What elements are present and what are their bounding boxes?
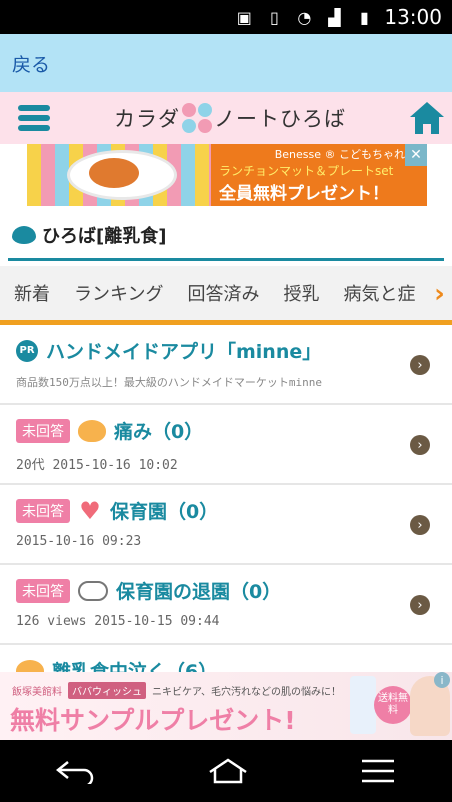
recent-apps-icon[interactable] [358, 758, 398, 784]
chevron-right-icon[interactable]: › [410, 435, 430, 455]
item-meta: 商品数150万点以上！最大級のハンドメイドマーケットminne [16, 376, 322, 389]
item-meta: 2015-10-16 09:23 [16, 534, 142, 549]
item-title: 痛み（0） [114, 421, 204, 443]
item-meta: 20代 2015-10-16 10:02 [16, 458, 178, 473]
banner-image [27, 144, 211, 206]
logo-text-left: カラダ [114, 107, 180, 131]
banner-headline: 全員無料プレゼント！ [219, 184, 389, 204]
screen: ▣ ▯ ◔ ▟ ▮ 13:00 戻る カラダ ノートひろば Benesse ® … [0, 0, 452, 802]
section-divider [8, 258, 444, 261]
section-title: ひろば[離乳食] [12, 222, 166, 248]
home-icon[interactable] [410, 102, 444, 134]
item-meta: 126 views 2015-10-15 09:44 [16, 614, 220, 629]
tab-breastfeeding[interactable]: 授乳 [283, 280, 319, 306]
app-logo[interactable]: カラダ ノートひろば [114, 103, 346, 133]
cat-icon [78, 419, 106, 442]
banner-brand: Benesse ® こどもちゃれ [274, 148, 405, 161]
tab-answered[interactable]: 回答済み [187, 280, 259, 306]
ad-tag-2: ババウィッシュ [68, 682, 146, 699]
cloud-icon [78, 580, 108, 601]
list-item[interactable]: 未回答 保育園の退園（0） 126 views 2015-10-15 09:44… [0, 565, 452, 645]
vibrate-icon: ▯ [269, 7, 279, 27]
heart-icon: ♥ [79, 496, 101, 525]
home-nav-icon[interactable] [206, 758, 250, 784]
item-title: ハンドメイドアプリ「minne」 [46, 341, 322, 363]
item-title: 保育園（0） [110, 501, 219, 523]
chat-bubble-icon [12, 226, 36, 244]
navigation-bar [0, 740, 452, 802]
status-badge: 未回答 [16, 418, 70, 443]
list-item[interactable]: 未回答 ♥ 保育園（0） 2015-10-16 09:23 › [0, 485, 452, 565]
topic-list: PR ハンドメイドアプリ「minne」 商品数150万点以上！最大級のハンドメイ… [0, 325, 452, 725]
ad-free-shipping-badge: 送料無料 [374, 686, 412, 724]
back-bar: 戻る [0, 34, 452, 92]
clover-icon [182, 103, 212, 133]
signal-icon: ▟ [328, 7, 341, 27]
product-image [350, 676, 376, 734]
list-item[interactable]: PR ハンドメイドアプリ「minne」 商品数150万点以上！最大級のハンドメイ… [0, 325, 452, 405]
chevron-right-icon[interactable]: › [410, 595, 430, 615]
list-item[interactable]: 未回答 痛み（0） 20代 2015-10-16 10:02 › [0, 405, 452, 485]
back-icon[interactable] [54, 758, 98, 784]
chevron-right-icon[interactable]: › [410, 515, 430, 535]
app-header: カラダ ノートひろば [0, 92, 452, 144]
item-title: 保育園の退園（0） [116, 581, 282, 603]
logo-text-right: ノートひろば [214, 107, 346, 131]
tab-new[interactable]: 新着 [14, 280, 50, 306]
banner-subtitle: ランチョンマット＆プレートset [219, 164, 394, 178]
info-icon[interactable]: i [434, 672, 450, 688]
wifi-icon: ◔ [297, 7, 312, 27]
status-bar: ▣ ▯ ◔ ▟ ▮ 13:00 [0, 0, 452, 34]
tab-illness[interactable]: 病気と症 [343, 280, 415, 306]
ad-tag-1: 飯塚美館料 [12, 687, 62, 698]
section-title-text: ひろば[離乳食] [42, 226, 167, 247]
tab-bar: 新着 ランキング 回答済み 授乳 病気と症 [0, 266, 452, 320]
chevron-right-icon[interactable]: › [410, 355, 430, 375]
pr-badge: PR [16, 339, 38, 362]
ad-banner-top[interactable]: Benesse ® こどもちゃれ ランチョンマット＆プレートset 全員無料プレ… [27, 144, 427, 206]
menu-icon[interactable] [18, 105, 50, 131]
status-time: 13:00 [384, 5, 442, 29]
ad-tagline: ニキビケア、毛穴汚れなどの肌の悩みに！ [152, 687, 341, 698]
banner-text: Benesse ® こどもちゃれ ランチョンマット＆プレートset 全員無料プレ… [211, 144, 427, 206]
chevron-right-icon[interactable]: › [427, 278, 452, 310]
tab-ranking[interactable]: ランキング [74, 280, 163, 306]
battery-icon: ▮ [359, 7, 369, 27]
ad-banner-bottom[interactable]: 飯塚美館料 ババウィッシュ ニキビケア、毛穴汚れなどの肌の悩みに！ 無料サンプル… [0, 672, 452, 740]
close-icon[interactable]: ✕ [405, 144, 427, 166]
screenshot-icon: ▣ [236, 7, 252, 27]
status-badge: 未回答 [16, 498, 70, 523]
status-badge: 未回答 [16, 578, 70, 603]
back-button[interactable]: 戻る [12, 50, 50, 77]
